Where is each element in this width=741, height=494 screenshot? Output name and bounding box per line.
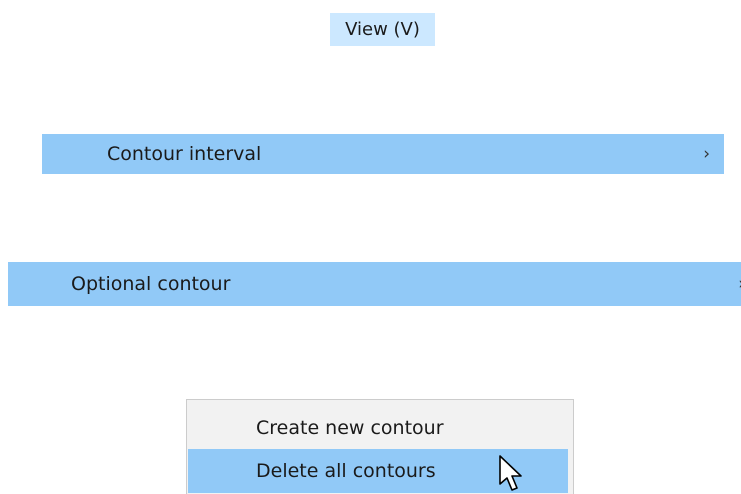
menu-item-label: Create new contour: [256, 417, 444, 439]
menu-item-label: Contour interval: [107, 143, 262, 165]
menu-item-optional-contour[interactable]: Optional contour ›: [8, 262, 741, 306]
menu-item-label: Delete all contours: [256, 460, 436, 482]
chevron-right-icon: ›: [703, 144, 710, 164]
menu-item-contour-interval[interactable]: Contour interval ›: [42, 134, 724, 174]
view-menu-label: View (V): [345, 19, 420, 40]
view-menu[interactable]: View (V): [330, 13, 435, 46]
menu-item-label: Optional contour: [71, 273, 231, 295]
create-new-contour-item[interactable]: Create new contour: [188, 407, 568, 449]
mouse-pointer-icon: [499, 455, 522, 491]
